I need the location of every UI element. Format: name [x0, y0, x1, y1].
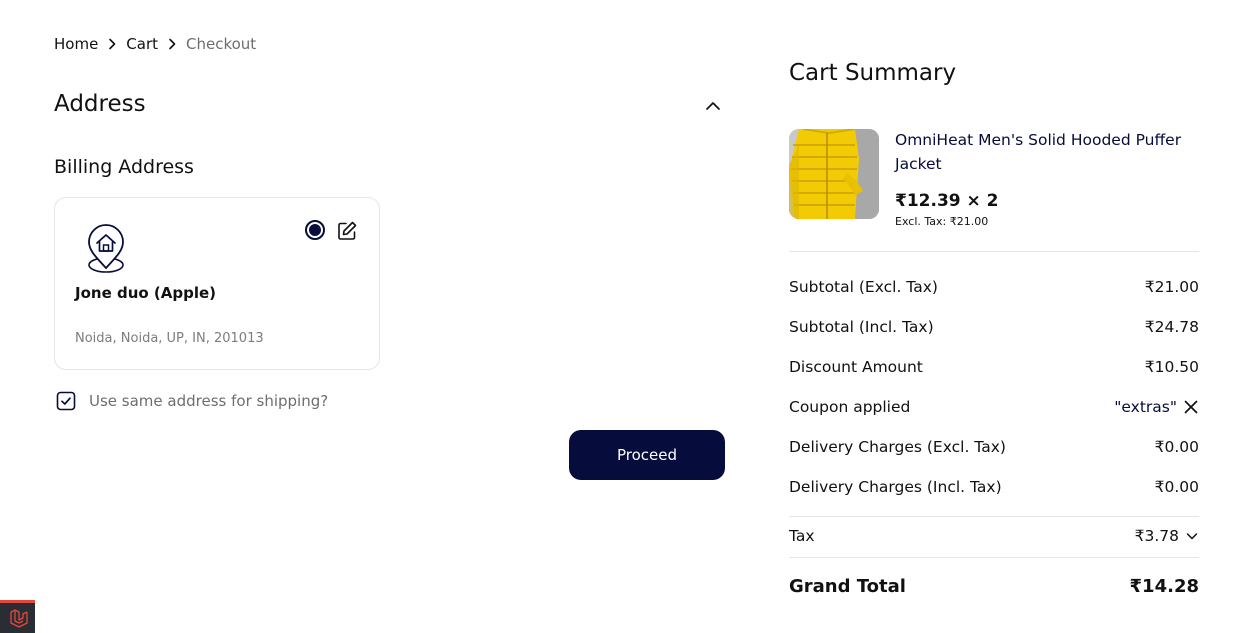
checkout-page: Home Cart Checkout Address Billing Addre…: [0, 0, 1235, 633]
close-icon[interactable]: [1183, 399, 1199, 415]
product-excl-tax: Excl. Tax: ₹21.00: [895, 215, 989, 228]
address-card-line: Noida, Noida, UP, IN, 201013: [75, 331, 264, 346]
summary-row-coupon: Coupon applied "extras": [789, 396, 1199, 418]
chevron-down-icon[interactable]: [1185, 529, 1199, 543]
subtotal-excl-label: Subtotal (Excl. Tax): [789, 278, 938, 296]
grand-total-label: Grand Total: [789, 576, 906, 597]
summary-row-subtotal-incl: Subtotal (Incl. Tax) ₹24.78: [789, 316, 1199, 338]
discount-value: ₹10.50: [1144, 358, 1199, 376]
summary-row-discount: Discount Amount ₹10.50: [789, 356, 1199, 378]
cart-summary-title: Cart Summary: [789, 60, 957, 86]
grand-total-value: ₹14.28: [1129, 576, 1199, 597]
subtotal-incl-value: ₹24.78: [1144, 318, 1199, 336]
checkbox-checked-icon[interactable]: [56, 391, 76, 411]
product-image: [789, 129, 879, 219]
delivery-incl-value: ₹0.00: [1154, 478, 1199, 496]
laravel-debug-badge[interactable]: [0, 600, 35, 633]
summary-row-grand-total: Grand Total ₹14.28: [789, 576, 1199, 598]
coupon-label: Coupon applied: [789, 398, 911, 416]
coupon-code: "extras": [1114, 398, 1177, 416]
summary-row-subtotal-excl: Subtotal (Excl. Tax) ₹21.00: [789, 276, 1199, 298]
same-address-checkbox[interactable]: Use same address for shipping?: [56, 391, 328, 411]
divider: [789, 251, 1199, 252]
billing-address-title: Billing Address: [54, 156, 194, 178]
address-radio-selected[interactable]: [305, 220, 325, 240]
proceed-button[interactable]: Proceed: [569, 430, 725, 480]
discount-label: Discount Amount: [789, 358, 923, 376]
delivery-excl-value: ₹0.00: [1154, 438, 1199, 456]
summary-row-delivery-excl: Delivery Charges (Excl. Tax) ₹0.00: [789, 436, 1199, 458]
edit-icon[interactable]: [336, 220, 358, 242]
address-card-name: Jone duo (Apple): [75, 284, 217, 302]
coupon-value-group: "extras": [1114, 396, 1199, 418]
subtotal-excl-value: ₹21.00: [1144, 278, 1199, 296]
home-location-pin-icon: [88, 224, 124, 273]
address-section-title: Address: [54, 91, 146, 117]
summary-row-delivery-incl: Delivery Charges (Incl. Tax) ₹0.00: [789, 476, 1199, 498]
billing-address-card[interactable]: Jone duo (Apple) Noida, Noida, UP, IN, 2…: [54, 197, 380, 370]
summary-row-tax[interactable]: Tax ₹3.78: [789, 525, 1199, 547]
breadcrumb: Home Cart Checkout: [54, 34, 256, 54]
radio-dot: [309, 224, 321, 236]
subtotal-incl-label: Subtotal (Incl. Tax): [789, 318, 934, 336]
chevron-up-icon[interactable]: [703, 96, 723, 116]
chevron-right-icon: [98, 34, 126, 54]
product-name[interactable]: OmniHeat Men's Solid Hooded Puffer Jacke…: [895, 128, 1200, 176]
tax-value-group: ₹3.78: [1135, 525, 1199, 547]
product-price-qty: ₹12.39 × 2: [895, 191, 999, 211]
divider: [789, 516, 1199, 517]
delivery-incl-label: Delivery Charges (Incl. Tax): [789, 478, 1002, 496]
breadcrumb-home[interactable]: Home: [54, 34, 98, 54]
tax-label: Tax: [789, 527, 815, 545]
chevron-right-icon: [158, 34, 186, 54]
breadcrumb-cart[interactable]: Cart: [126, 34, 158, 54]
puffer-jacket-image: [789, 129, 879, 219]
breadcrumb-checkout: Checkout: [186, 35, 257, 53]
tax-value: ₹3.78: [1134, 527, 1179, 545]
laravel-logo-icon: [9, 609, 28, 628]
delivery-excl-label: Delivery Charges (Excl. Tax): [789, 438, 1006, 456]
same-address-label: Use same address for shipping?: [89, 392, 329, 410]
divider: [789, 557, 1199, 558]
